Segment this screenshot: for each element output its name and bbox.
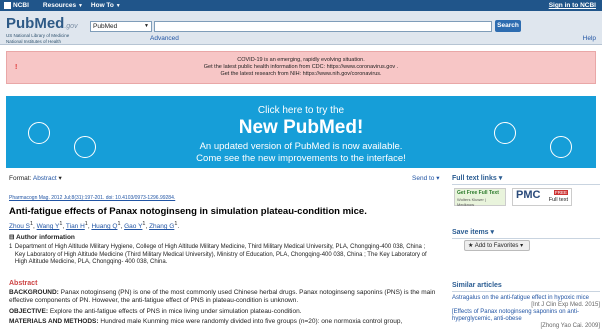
abstract-heading: Abstract: [9, 280, 38, 287]
alert-icon: !: [15, 64, 18, 71]
star-icon: ★: [468, 243, 474, 249]
globe-icon: [494, 122, 516, 144]
sidebar: Full text links ▾ Get Free Full Text Wol…: [452, 174, 600, 329]
send-to-menu[interactable]: Send to ▾: [412, 174, 440, 182]
author-list: Zhou S1, Wang Y1, Tian H1, Huang Q1, Gao…: [9, 221, 180, 231]
save-heading: Save items ▾: [452, 228, 600, 239]
affiliation: 1 Department of High Altitude Military Hy…: [9, 244, 427, 265]
author-link[interactable]: Huang Q: [91, 223, 117, 230]
abstract-text: BACKGROUND: Panax notoginseng (PN) is on…: [9, 289, 436, 326]
chevron-down-icon: ▾: [58, 175, 62, 182]
search-button[interactable]: Search: [495, 20, 521, 32]
journal-link[interactable]: Pharmacogn Mag.: [9, 195, 50, 201]
help-link[interactable]: Help: [583, 35, 596, 42]
free-fulltext-link[interactable]: Get Free Full Text Wolters Kluwer | Medk…: [454, 188, 506, 207]
format-selector[interactable]: Format: Abstract ▾: [9, 174, 62, 182]
chevron-down-icon: ▼: [144, 23, 149, 29]
chevron-down-icon: ▾: [490, 229, 495, 236]
author-link[interactable]: Wang Y: [37, 223, 60, 230]
covid-alert: ! COVID-19 is an emerging, rapidly evolv…: [6, 51, 596, 84]
author-info-toggle[interactable]: ⊟ Author information: [9, 233, 75, 241]
chevron-down-icon: ▼: [115, 3, 121, 9]
nih-link[interactable]: Get the latest research from NIH: https:…: [7, 71, 595, 78]
author-link[interactable]: Tian H: [66, 223, 85, 230]
gear-icon: [74, 136, 96, 158]
author-link[interactable]: Zhang G: [149, 223, 174, 230]
list-item[interactable]: [Effects of Panax notoginseng saponins o…: [452, 309, 600, 329]
chevron-down-icon: ▾: [436, 175, 440, 182]
resources-menu[interactable]: Resources ▼: [43, 2, 83, 9]
similar-heading: Similar articles: [452, 282, 600, 292]
chevron-down-icon: ▼: [77, 3, 83, 9]
howto-menu[interactable]: How To ▼: [91, 2, 121, 9]
new-pubmed-banner[interactable]: Click here to try the New PubMed! An upd…: [6, 96, 596, 168]
ncbi-logo-icon: [4, 2, 11, 9]
author-link[interactable]: Gao Y: [124, 223, 142, 230]
add-to-favorites-button[interactable]: ★ Add to Favorites ▾: [464, 240, 530, 251]
chevron-down-icon: ▾: [520, 243, 524, 249]
chevron-down-icon: ▾: [498, 175, 503, 182]
advanced-search-link[interactable]: Advanced: [150, 35, 179, 42]
chart-icon: [28, 122, 50, 144]
pubmed-logo[interactable]: PubMed.gov US National Library of Medici…: [6, 15, 78, 44]
signin-link[interactable]: Sign in to NCBI: [549, 2, 596, 9]
database-select[interactable]: PubMed ▼: [90, 21, 152, 32]
search-header: PubMed.gov US National Library of Medici…: [0, 11, 602, 45]
cdc-link[interactable]: Get the latest public health information…: [7, 64, 595, 71]
ncbi-logo[interactable]: NCBI: [4, 2, 29, 9]
similar-articles: Similar articles Astragalus on the anti-…: [452, 282, 600, 330]
document-icon: [550, 136, 572, 158]
ncbi-top-bar: NCBI Resources ▼ How To ▼ Sign in to NCB…: [0, 0, 602, 11]
author-link[interactable]: Zhou S: [9, 223, 30, 230]
fulltext-heading: Full text links ▾: [452, 174, 600, 185]
list-item[interactable]: Astragalus on the anti-fatigue effect in…: [452, 295, 600, 308]
search-input[interactable]: [154, 21, 492, 32]
citation: Pharmacogn Mag. 2012 Jul;8(31):197-201. …: [9, 195, 176, 201]
pmc-fulltext-link[interactable]: PMC FREE Full text: [512, 188, 572, 206]
article-title: Anti-fatigue effects of Panax notoginsen…: [9, 206, 367, 217]
minus-icon: ⊟: [9, 234, 15, 241]
